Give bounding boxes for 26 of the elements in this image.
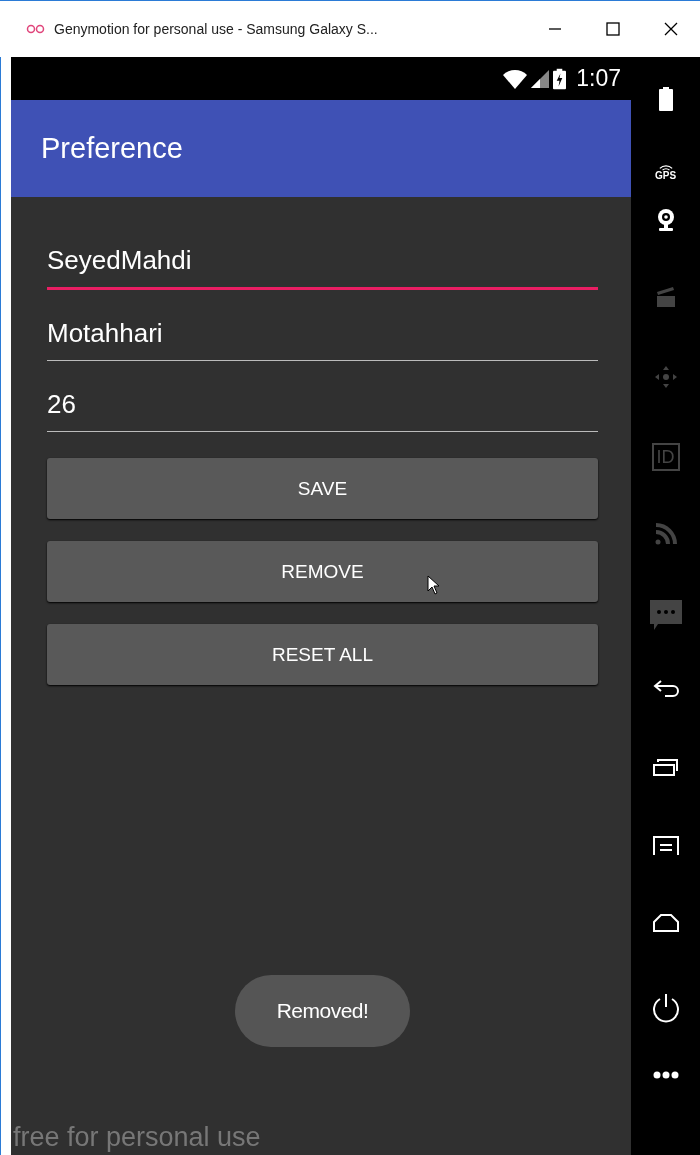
battery-charging-icon xyxy=(553,67,567,90)
cursor-icon xyxy=(427,575,439,595)
power-icon[interactable] xyxy=(651,992,680,1023)
text-field[interactable]: Motahhari xyxy=(47,318,598,361)
battery-icon[interactable] xyxy=(658,87,673,111)
overlay-text: free for personal use xyxy=(13,1122,261,1153)
action-button[interactable]: REMOVE xyxy=(47,541,598,602)
back-icon[interactable] xyxy=(652,678,679,699)
text-field[interactable]: SeyedMahdi xyxy=(47,245,598,290)
action-button[interactable]: SAVE xyxy=(47,458,598,519)
toast-message: Removed! xyxy=(234,975,411,1047)
more-icon[interactable] xyxy=(652,1071,679,1079)
home-icon[interactable] xyxy=(652,914,679,932)
genymotion-logo-icon xyxy=(26,24,46,34)
signal-icon xyxy=(531,68,550,89)
webcam-icon[interactable] xyxy=(655,207,676,232)
action-button[interactable]: RESET ALL xyxy=(47,624,598,685)
menu-icon[interactable] xyxy=(652,835,679,856)
window-title: Genymotion for personal use - Samsung Galaxy S... xyxy=(54,21,379,37)
text-field[interactable]: 26 xyxy=(47,389,598,432)
wifi-icon xyxy=(503,68,528,89)
app-title: Preference xyxy=(41,132,183,165)
maximize-icon[interactable] xyxy=(606,22,620,36)
recent-apps-icon[interactable] xyxy=(652,757,679,777)
status-time: 1:07 xyxy=(576,65,621,92)
close-icon[interactable] xyxy=(664,22,678,36)
